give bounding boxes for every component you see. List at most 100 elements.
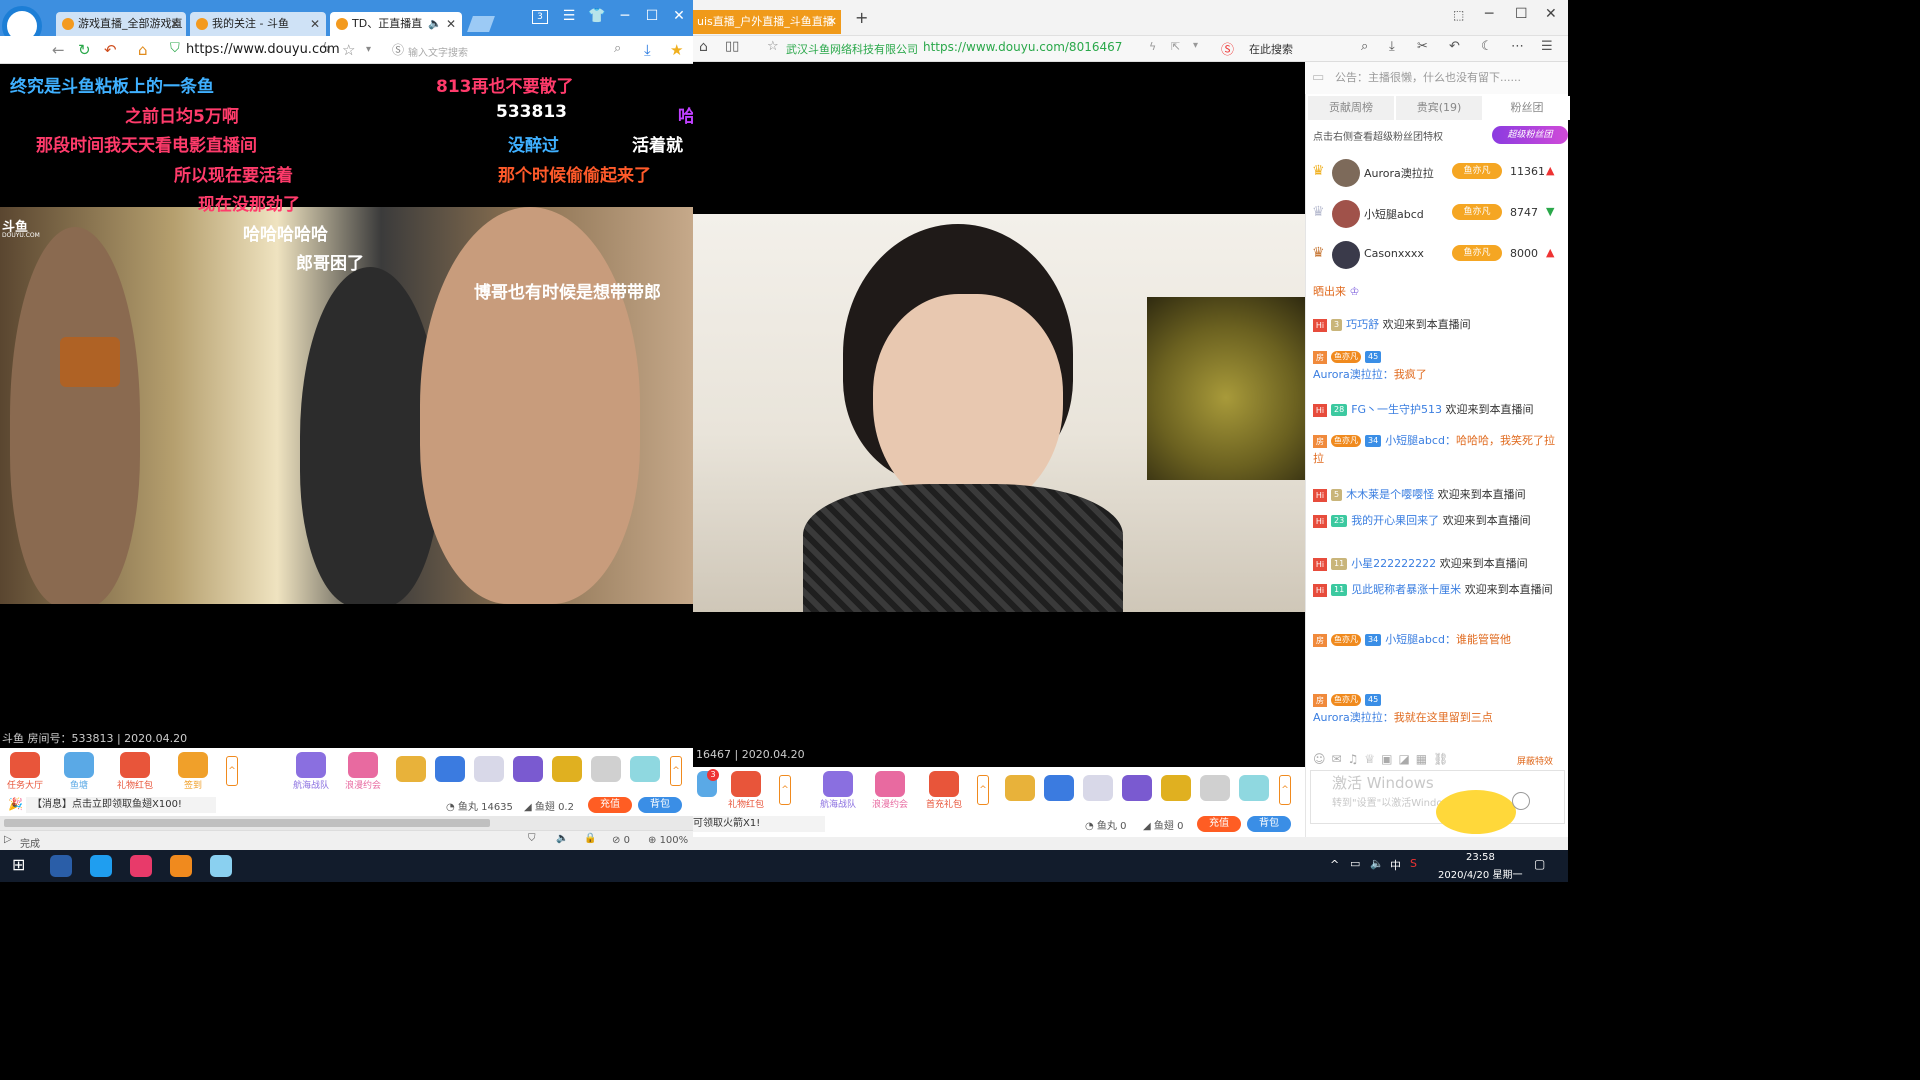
close-tab-icon[interactable]: ✕ (446, 12, 456, 36)
recharge-button[interactable]: 充值 (588, 797, 632, 813)
menu-icon[interactable]: ☰ (1541, 39, 1553, 54)
tray-chevron-icon[interactable]: ^ (1330, 858, 1339, 871)
ime-indicator[interactable]: 中 (1390, 857, 1401, 873)
collapse-chevron-icon[interactable]: ^ (977, 775, 989, 805)
lightning-icon[interactable]: ϟ (1149, 40, 1156, 53)
mail-icon[interactable]: ✉ (1332, 752, 1348, 766)
news-ticker[interactable]: 【消息】点击立即领取鱼翅X100! (26, 797, 216, 813)
bookmark-star-icon[interactable]: ☆ (767, 39, 779, 54)
chat-message[interactable]: 晒出来 ♔ (1313, 283, 1565, 301)
badge-icon[interactable]: ▣ (1381, 752, 1398, 766)
minimize-icon[interactable]: ─ (614, 8, 636, 24)
gift-item-mask[interactable] (628, 752, 662, 792)
ranking-row[interactable]: ♛ Casonxxxx 鱼亦凡 8000 ▲ (1310, 237, 1565, 273)
undo-icon[interactable]: ↶ (1449, 39, 1460, 54)
gift-item-666[interactable] (1198, 771, 1232, 811)
chevron-down-icon[interactable]: ▾ (366, 44, 371, 55)
right-url-field[interactable]: https://www.douyu.com/8016467 (923, 40, 1122, 54)
calendar-icon[interactable]: ▦ (1416, 752, 1433, 766)
link-icon[interactable]: ⛓ (1433, 752, 1454, 766)
gift-item-mask[interactable] (1237, 771, 1271, 811)
gift-item-plane[interactable] (472, 752, 506, 792)
chat-message[interactable]: 房鱼亦凡 34 小短腿abcd：谁能管管他 (1313, 631, 1565, 649)
qq-browser-taskbar-icon[interactable] (90, 855, 112, 877)
minimize-icon[interactable]: ─ (1485, 6, 1493, 22)
left-tab-2[interactable]: 我的关注 - 斗鱼 ✕ (190, 12, 326, 36)
gift-item-gold[interactable] (550, 752, 584, 792)
search-icon[interactable]: ⌕ (1361, 39, 1368, 54)
gift-item-rocket[interactable] (1042, 771, 1076, 811)
chat-message[interactable]: Hi 28 FG丶一生守护513 欢迎来到本直播间 (1313, 401, 1565, 419)
romantic-date-button[interactable]: 浪漫约会 (342, 752, 384, 792)
scrollbar-thumb[interactable] (4, 819, 490, 827)
gift-item[interactable] (394, 752, 428, 792)
task-hall-button[interactable]: 任务大厅 (4, 752, 46, 792)
sogou-browser-taskbar-icon[interactable] (50, 855, 72, 877)
maximize-icon[interactable]: ☐ (641, 8, 663, 24)
left-url-field[interactable]: https://www.douyu.com (186, 42, 340, 57)
chat-message[interactable]: Hi 11 见此昵称者暴涨十厘米 欢迎来到本直播间 (1313, 581, 1565, 599)
expand-chevron-icon[interactable]: ^ (670, 756, 682, 786)
chevron-down-icon[interactable]: ▾ (1193, 40, 1198, 51)
close-window-icon[interactable]: ✕ (668, 8, 690, 24)
gift-item-orb[interactable] (511, 752, 545, 792)
emoji-icon[interactable]: ☺ (1313, 752, 1332, 766)
app-taskbar-icon[interactable] (210, 855, 232, 877)
new-tab-plus-icon[interactable]: + (855, 8, 868, 27)
sign-in-button[interactable]: 签到 (172, 752, 214, 792)
first-recharge-pack-button[interactable]: 首充礼包 (923, 771, 965, 811)
chat-message[interactable]: 房鱼亦凡 45 Aurora澳拉拉：我疯了 (1313, 348, 1565, 384)
recharge-button[interactable]: 充值 (1197, 816, 1241, 832)
gift-item[interactable] (1003, 771, 1037, 811)
maximize-icon[interactable]: ☐ (1515, 6, 1528, 22)
skin-icon[interactable]: 👕 (586, 8, 608, 24)
backpack-button[interactable]: 背包 (638, 797, 682, 813)
refresh-icon[interactable]: ↻ (78, 41, 91, 59)
tab-weekly-contribution[interactable]: 贡献周榜 (1308, 96, 1394, 120)
color-icon[interactable]: ◪ (1398, 752, 1415, 766)
home-icon[interactable]: ⌂ (138, 41, 148, 59)
back-icon[interactable]: ← (52, 41, 65, 59)
more-icon[interactable]: ⋯ (1511, 39, 1524, 54)
expand-chevron-icon[interactable]: ^ (1279, 775, 1291, 805)
gift-item-rocket[interactable] (433, 752, 467, 792)
ranking-row[interactable]: ♛ 小短腿abcd 鱼亦凡 8747 ▼ (1310, 196, 1565, 232)
tab-vip[interactable]: 贵宾(19) (1396, 96, 1482, 120)
download-icon[interactable]: ⤓ (1389, 39, 1395, 54)
search-engine-icon[interactable]: Ⓢ (392, 41, 404, 58)
gift-redpacket-button[interactable]: 礼物红包 (114, 752, 156, 792)
super-fan-club-badge[interactable]: 超级粉丝团 (1492, 126, 1568, 144)
fish-pond-button[interactable]: 鱼塘 (58, 752, 100, 792)
lock-icon[interactable]: 🔒 (584, 833, 596, 844)
gift-item-gold[interactable] (1159, 771, 1193, 811)
pin-icon[interactable]: ⬚ (1453, 8, 1464, 22)
romantic-date-button[interactable]: 浪漫约会 (869, 771, 911, 811)
ranking-row[interactable]: ♛ Aurora澳拉拉 鱼亦凡 11361 ▲ (1310, 155, 1565, 191)
clock-time[interactable]: 23:58 (1466, 852, 1495, 863)
night-mode-icon[interactable]: ☾ (1481, 39, 1493, 54)
chat-message[interactable]: 房鱼亦凡 45 Aurora澳拉拉：我就在这里留到三点 (1313, 691, 1565, 727)
notification-center-icon[interactable]: ▢ (1534, 857, 1545, 871)
bilibili-taskbar-icon[interactable] (130, 855, 152, 877)
collapse-chevron-icon[interactable]: ^ (779, 775, 791, 805)
network-icon[interactable]: ▭ (1350, 857, 1360, 870)
close-tab-icon[interactable]: ✕ (310, 12, 320, 36)
sailing-team-button[interactable]: 航海战队 (290, 752, 332, 792)
chat-message[interactable]: Hi 23 我的开心果回来了 欢迎来到本直播间 (1313, 512, 1565, 530)
chat-message[interactable]: Hi 11 小星222222222 欢迎来到本直播间 (1313, 555, 1565, 573)
screenshot-scissors-icon[interactable]: ✂ (1417, 39, 1428, 54)
left-search-input[interactable]: 输入文字搜索 (408, 44, 468, 59)
reader-icon[interactable]: ▯▯ (725, 39, 739, 54)
left-tab-1[interactable]: 游戏直播_全部游戏直 ✕ (56, 12, 186, 36)
mascot-controls-icon[interactable] (1512, 792, 1530, 810)
right-search-input[interactable]: 在此搜索 (1249, 41, 1293, 57)
zoom-level[interactable]: ⊕ 100% (648, 835, 688, 846)
block-effects-toggle[interactable]: 屏蔽特效 (1517, 754, 1553, 767)
chat-message[interactable]: 房鱼亦凡 34 小短腿abcd：哈哈哈，我笑死了拉拉 (1313, 432, 1565, 468)
gift-redpacket-button[interactable]: 礼物红包 (725, 771, 767, 811)
news-ticker[interactable]: 可领取火箭X1! (693, 816, 825, 832)
sogou-ime-icon[interactable]: S (1410, 857, 1417, 870)
left-tab-3[interactable]: TD、正直播直 🔈 ✕ (330, 12, 462, 36)
volume-icon[interactable]: 🔈 (556, 833, 568, 844)
collapse-chevron-icon[interactable]: ^ (226, 756, 238, 786)
